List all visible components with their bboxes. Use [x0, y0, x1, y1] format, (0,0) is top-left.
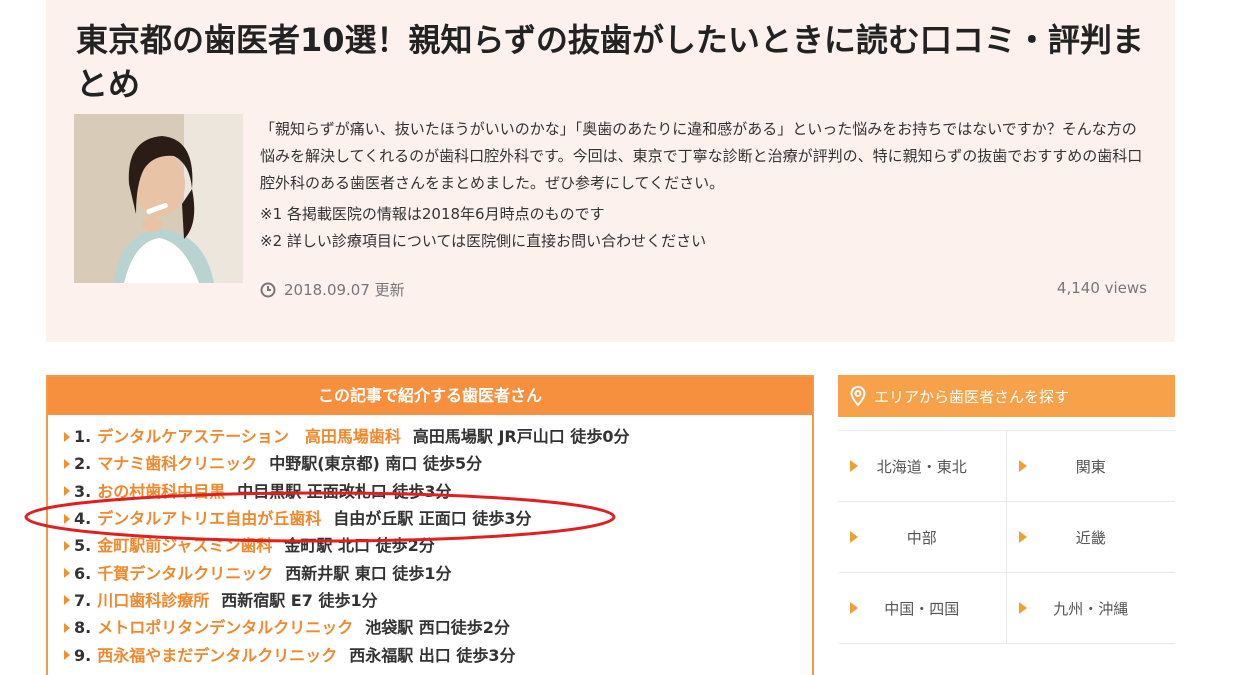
toc-item-number: 3. — [74, 481, 92, 501]
triangle-right-icon — [850, 531, 858, 543]
region-link[interactable]: 中国・四国 — [838, 573, 1007, 644]
clinic-link[interactable]: 金町駅前ジャスミン歯科 — [97, 532, 272, 559]
clinic-access: 西新井駅 東口 徒歩1分 — [285, 563, 452, 583]
clock-icon — [260, 282, 276, 298]
toc-list: 1. デンタルケアステーション 高田馬場歯科 高田馬場駅 JR戸山口 徒歩0分 2. マ… — [48, 415, 812, 669]
triangle-right-icon — [1018, 602, 1027, 614]
toc-item-number: 7. — [74, 590, 92, 610]
toc-item[interactable]: 4. デンタルアトリエ自由が丘歯科 自由が丘駅 正面口 徒歩3分 — [64, 505, 812, 532]
toc-item-number: 5. — [74, 536, 92, 556]
region-label: 中国・四国 — [884, 599, 960, 618]
triangle-right-icon — [64, 650, 70, 661]
toc-item-number: 6. — [74, 563, 92, 583]
clinic-access: 中野駅(東京都) 南口 徒歩5分 — [269, 454, 483, 474]
clinic-toc: この記事で紹介する歯医者さん 1. デンタルケアステーション 高田馬場歯科 高田馬場… — [46, 375, 814, 675]
triangle-right-icon — [850, 460, 858, 472]
article-hero: 東京都の歯医者10選！親知らずの抜歯がしたいときに読む口コミ・評判まとめ 「親知… — [46, 0, 1175, 342]
clinic-access: 池袋駅 西口徒歩2分 — [365, 618, 510, 638]
toc-item-number: 1. — [74, 427, 92, 447]
toc-item[interactable]: 3. おの村歯科中目黒 中目黒駅 正面改札口 徒歩3分 — [64, 478, 812, 505]
clinic-access: 西新宿駅 E7 徒歩1分 — [221, 590, 378, 610]
toc-item-number: 9. — [74, 645, 92, 665]
clinic-link[interactable]: デンタルアトリエ自由が丘歯科 — [97, 505, 321, 532]
clinic-link[interactable]: 川口歯科診療所 — [97, 587, 209, 614]
article-photo — [74, 114, 243, 283]
area-search-header: エリアから歯医者さんを探す — [838, 375, 1175, 417]
triangle-right-icon — [64, 458, 70, 469]
clinic-access: 金町駅 北口 徒歩2分 — [284, 536, 435, 556]
region-label: 関東 — [1075, 457, 1106, 476]
area-search-panel: エリアから歯医者さんを探す 北海道・東北 関東中部 近畿中国・四国 九州・沖縄 — [838, 375, 1175, 665]
clinic-link[interactable]: 西永福やまだデンタルクリニック — [97, 642, 337, 669]
clinic-access: 高田馬場駅 JR戸山口 徒歩0分 — [412, 427, 630, 447]
triangle-right-icon — [64, 486, 70, 497]
note-1: ※1 各掲載医院の情報は2018年6月時点のものです — [260, 205, 605, 223]
region-link[interactable]: 九州・沖縄 — [1006, 573, 1175, 644]
region-label: 北海道・東北 — [876, 457, 967, 476]
clinic-access: 自由が丘駅 正面口 徒歩3分 — [333, 509, 532, 529]
clinic-link[interactable]: マナミ歯科クリニック — [97, 450, 257, 477]
triangle-right-icon — [64, 540, 70, 551]
toc-item[interactable]: 6. 千賀デンタルクリニック 西新井駅 東口 徒歩1分 — [64, 559, 812, 586]
clinic-link[interactable]: デンタルケアステーション 高田馬場歯科 — [97, 423, 401, 450]
region-label: 中部 — [906, 528, 937, 547]
region-label: 近畿 — [1075, 528, 1106, 547]
triangle-right-icon — [64, 568, 70, 579]
triangle-right-icon — [64, 622, 70, 633]
region-link[interactable]: 北海道・東北 — [838, 431, 1007, 502]
triangle-right-icon — [1018, 531, 1027, 543]
toc-item[interactable]: 7. 川口歯科診療所 西新宿駅 E7 徒歩1分 — [64, 587, 812, 614]
region-link[interactable]: 関東 — [1006, 431, 1175, 502]
woman-brushing-teeth-image — [74, 114, 243, 283]
toc-item[interactable]: 1. デンタルケアステーション 高田馬場歯科 高田馬場駅 JR戸山口 徒歩0分 — [64, 423, 812, 450]
triangle-right-icon — [1018, 460, 1027, 472]
clinic-link[interactable]: メトロポリタンデンタルクリニック — [97, 614, 353, 641]
clinic-access: 西永福駅 出口 徒歩3分 — [349, 645, 516, 665]
triangle-right-icon — [850, 602, 858, 614]
clinic-link[interactable]: おの村歯科中目黒 — [97, 478, 225, 505]
update-date-text: 2018.09.07 更新 — [284, 281, 405, 299]
article-title: 東京都の歯医者10選！親知らずの抜歯がしたいときに読む口コミ・評判まとめ — [76, 21, 1144, 103]
article-notes: ※1 各掲載医院の情報は2018年6月時点のものです ※2 詳しい診療項目につい… — [260, 201, 1145, 255]
toc-item[interactable]: 8. メトロポリタンデンタルクリニック 池袋駅 西口徒歩2分 — [64, 614, 812, 641]
triangle-right-icon — [64, 431, 70, 442]
area-search-title: エリアから歯医者さんを探す — [874, 387, 1070, 406]
clinic-link[interactable]: 千賀デンタルクリニック — [97, 560, 273, 587]
article-intro: 「親知らずが痛い、抜いたほうがいいのかな」「奥歯のあたりに違和感がある」といった… — [260, 120, 1143, 192]
note-2: ※2 詳しい診療項目については医院側に直接お問い合わせください — [260, 232, 707, 250]
triangle-right-icon — [64, 595, 70, 606]
toc-item[interactable]: 5. 金町駅前ジャスミン歯科 金町駅 北口 徒歩2分 — [64, 532, 812, 559]
toc-item[interactable]: 2. マナミ歯科クリニック 中野駅(東京都) 南口 徒歩5分 — [64, 450, 812, 477]
view-count: 4,140 views — [1056, 279, 1147, 297]
toc-item-number: 4. — [74, 509, 92, 529]
clinic-access: 中目黒駅 正面改札口 徒歩3分 — [237, 481, 452, 501]
toc-item-number: 2. — [74, 454, 92, 474]
region-label: 九州・沖縄 — [1053, 599, 1129, 618]
region-grid: 北海道・東北 関東中部 近畿中国・四国 九州・沖縄 — [838, 430, 1175, 644]
map-pin-icon — [850, 385, 866, 407]
region-link[interactable]: 中部 — [838, 502, 1007, 573]
region-link[interactable]: 近畿 — [1006, 502, 1175, 573]
update-date: 2018.09.07 更新 — [260, 279, 405, 300]
toc-item-number: 8. — [74, 618, 92, 638]
triangle-right-icon — [64, 513, 70, 524]
toc-header: この記事で紹介する歯医者さん — [48, 377, 812, 415]
